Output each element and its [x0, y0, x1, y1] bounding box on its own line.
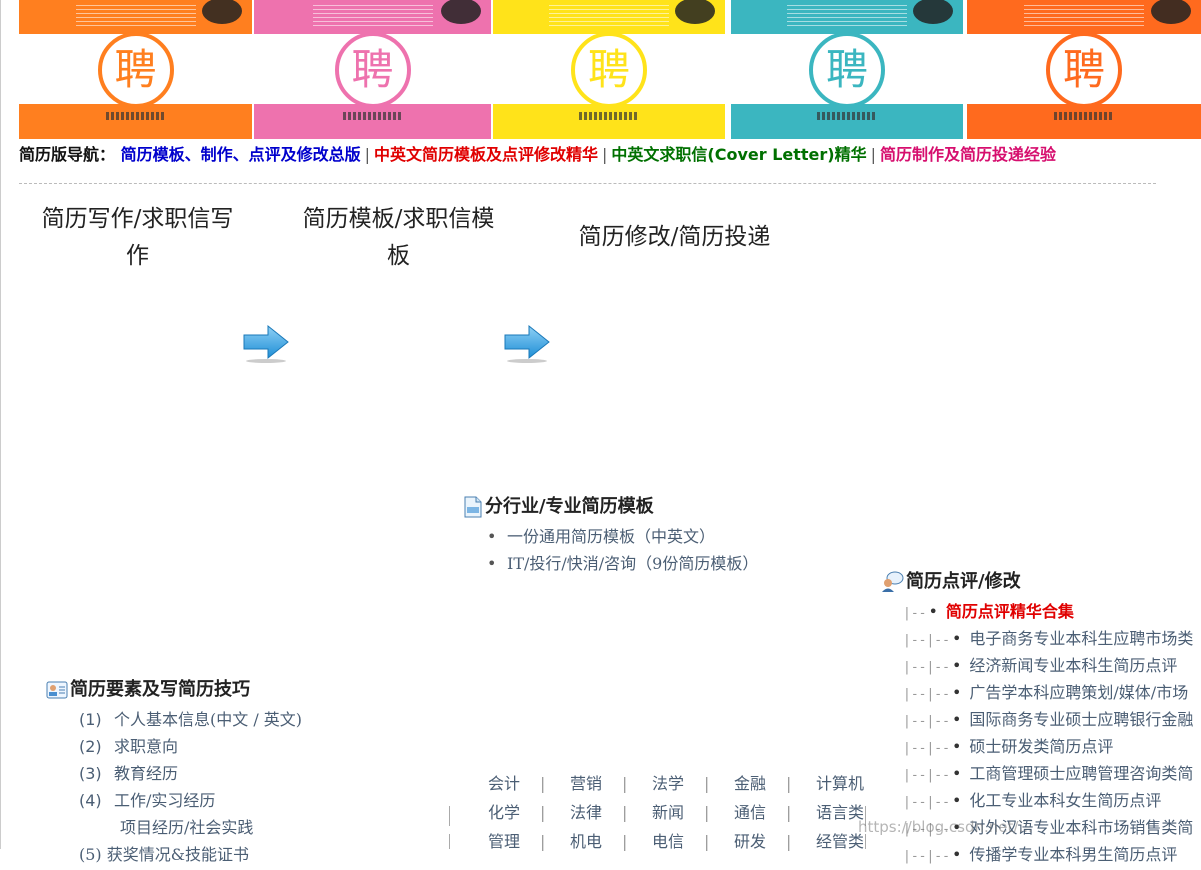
- industry-separator: |: [786, 774, 792, 793]
- industry-link[interactable]: 研发: [734, 827, 786, 856]
- publisher-mark: [579, 112, 639, 120]
- industry-link[interactable]: 计算机: [816, 769, 868, 798]
- industry-row: 会计 | 营销 | 法学 | 金融 | 计算机: [488, 769, 868, 798]
- id-card-icon: [46, 681, 68, 699]
- industry-separator: |: [622, 803, 628, 822]
- nav-link-resume-overview[interactable]: 简历模板、制作、点评及修改总版: [121, 145, 361, 164]
- industry-link[interactable]: 管理: [488, 827, 540, 856]
- list-item[interactable]: (2) 求职意向: [79, 733, 302, 760]
- nav-link-resume-delivery[interactable]: 简历制作及简历投递经验: [880, 145, 1056, 164]
- section-title-resume-tips[interactable]: 简历要素及写简历技巧: [46, 678, 250, 702]
- book-cover[interactable]: 聘: [254, 0, 491, 139]
- industry-separator: |: [622, 774, 628, 793]
- seal-character: 聘: [334, 32, 411, 108]
- industry-separator: |: [540, 803, 546, 822]
- list-item[interactable]: |--|-- • 化工专业本科女生简历点评: [903, 787, 1193, 814]
- industry-separator: |: [704, 803, 710, 822]
- watermark: https://blog.csdn.net/...: [858, 818, 1033, 836]
- list-item[interactable]: (4) 工作/实习经历: [79, 787, 302, 814]
- right-arrow-icon: [243, 324, 289, 363]
- grid-divider: [449, 834, 450, 849]
- left-border: [0, 0, 1, 849]
- dragon-emblem-icon: [441, 0, 481, 24]
- grid-divider: [449, 806, 450, 826]
- dashed-divider: [19, 183, 1156, 184]
- industry-separator: |: [704, 832, 710, 851]
- industry-link[interactable]: 化学: [488, 798, 540, 827]
- nav-prefix-label: 简历版导航：: [19, 145, 116, 164]
- step-resume-revision[interactable]: 简历修改/简历投递: [562, 219, 787, 256]
- resume-tips-list: (1) 个人基本信息(中文 / 英文) (2) 求职意向 (3) 教育经历 (4) 工作…: [79, 706, 302, 868]
- industry-link[interactable]: 通信: [734, 798, 786, 827]
- industry-link[interactable]: 新闻: [652, 798, 704, 827]
- list-item[interactable]: |--|-- • 工商管理硕士应聘管理咨询类简: [903, 760, 1193, 787]
- industry-link[interactable]: 会计: [488, 769, 540, 798]
- nav-separator: |: [870, 145, 877, 164]
- book-cover[interactable]: 聘: [731, 0, 963, 139]
- step-resume-writing[interactable]: 简历写作/求职信写 作: [30, 201, 245, 275]
- dragon-emblem-icon: [1151, 0, 1191, 24]
- template-link-general[interactable]: 一份通用简历模板（中英文）: [487, 523, 758, 550]
- industry-separator: |: [622, 832, 628, 851]
- step-resume-templates[interactable]: 简历模板/求职信模 板: [291, 201, 506, 275]
- seal-character: 聘: [1046, 32, 1122, 108]
- industry-row: 化学 | 法律 | 新闻 | 通信 | 语言类: [488, 798, 868, 827]
- list-item-partial[interactable]: (5) 获奖情况&技能证书: [79, 841, 302, 868]
- industry-separator: |: [786, 803, 792, 822]
- dragon-emblem-icon: [913, 0, 953, 24]
- publisher-mark: [105, 112, 166, 120]
- dragon-emblem-icon: [202, 0, 242, 24]
- list-item[interactable]: |--|-- • 广告学本科应聘策划/媒体/市场: [903, 679, 1193, 706]
- list-item[interactable]: 项目经历/社会实践: [79, 814, 302, 841]
- list-item[interactable]: |--|-- • 国际商务专业硕士应聘银行金融: [903, 706, 1193, 733]
- template-link-it-banking[interactable]: IT/投行/快消/咨询（9份简历模板）: [487, 550, 758, 577]
- book-cover[interactable]: 聘: [19, 0, 252, 139]
- resume-nav-bar: 简历版导航： 简历模板、制作、点评及修改总版 | 中英文简历模板及点评修改精华 | 中英…: [19, 144, 1201, 166]
- publisher-mark: [342, 112, 403, 120]
- list-item[interactable]: |-- • 简历点评精华合集: [903, 598, 1193, 625]
- document-icon: [464, 496, 482, 518]
- section-title-resume-review[interactable]: 简历点评/修改: [880, 570, 1021, 594]
- right-arrow-icon: [504, 324, 550, 363]
- nav-separator: |: [364, 145, 370, 164]
- industry-separator: |: [540, 774, 546, 793]
- industry-separator: |: [540, 832, 546, 851]
- industry-separator: |: [704, 774, 710, 793]
- nav-link-cn-en-templates[interactable]: 中英文简历模板及点评修改精华: [374, 145, 598, 164]
- industry-link[interactable]: 营销: [570, 769, 622, 798]
- seal-character: 聘: [97, 32, 174, 108]
- book-cover[interactable]: 聘: [967, 0, 1201, 139]
- industry-link[interactable]: 法律: [570, 798, 622, 827]
- section-title-industry-templates[interactable]: 分行业 / 专业简历模板: [463, 495, 654, 519]
- list-item[interactable]: |--|-- • 传播学专业本科男生简历点评: [903, 841, 1193, 868]
- seal-character: 聘: [571, 32, 647, 108]
- list-item[interactable]: (3) 教育经历: [79, 760, 302, 787]
- nav-separator: |: [602, 145, 608, 164]
- list-item[interactable]: |--|-- • 经济新闻专业本科生简历点评: [903, 652, 1193, 679]
- list-item[interactable]: |--|-- • 电子商务专业本科生应聘市场类: [903, 625, 1193, 652]
- industry-separator: |: [786, 832, 792, 851]
- industry-link[interactable]: 法学: [652, 769, 704, 798]
- list-item[interactable]: |--|-- • 硕士研发类简历点评: [903, 733, 1193, 760]
- list-item[interactable]: (1) 个人基本信息(中文 / 英文): [79, 706, 302, 733]
- nav-link-cover-letter[interactable]: 中英文求职信(Cover Letter)精华: [611, 145, 866, 164]
- book-cover[interactable]: 聘: [493, 0, 725, 139]
- industry-link[interactable]: 机电: [570, 827, 622, 856]
- industry-row: 管理 | 机电 | 电信 | 研发 | 经管类: [488, 827, 868, 856]
- industry-link[interactable]: 金融: [734, 769, 786, 798]
- user-chat-icon: [882, 571, 904, 592]
- publisher-mark: [817, 112, 877, 120]
- dragon-emblem-icon: [675, 0, 715, 24]
- template-list: 一份通用简历模板（中英文） IT/投行/快消/咨询（9份简历模板）: [487, 523, 758, 577]
- industry-link-grid: 会计 | 营销 | 法学 | 金融 | 计算机 化学 | 法律 | 新闻 | 通信 | 语言类 管理 | 机电 | 电信 | 研…: [488, 769, 868, 856]
- industry-link[interactable]: 电信: [652, 827, 704, 856]
- publisher-mark: [1054, 112, 1114, 120]
- book-covers-banner: 聘聘聘聘聘: [19, 0, 1201, 139]
- seal-character: 聘: [809, 32, 885, 108]
